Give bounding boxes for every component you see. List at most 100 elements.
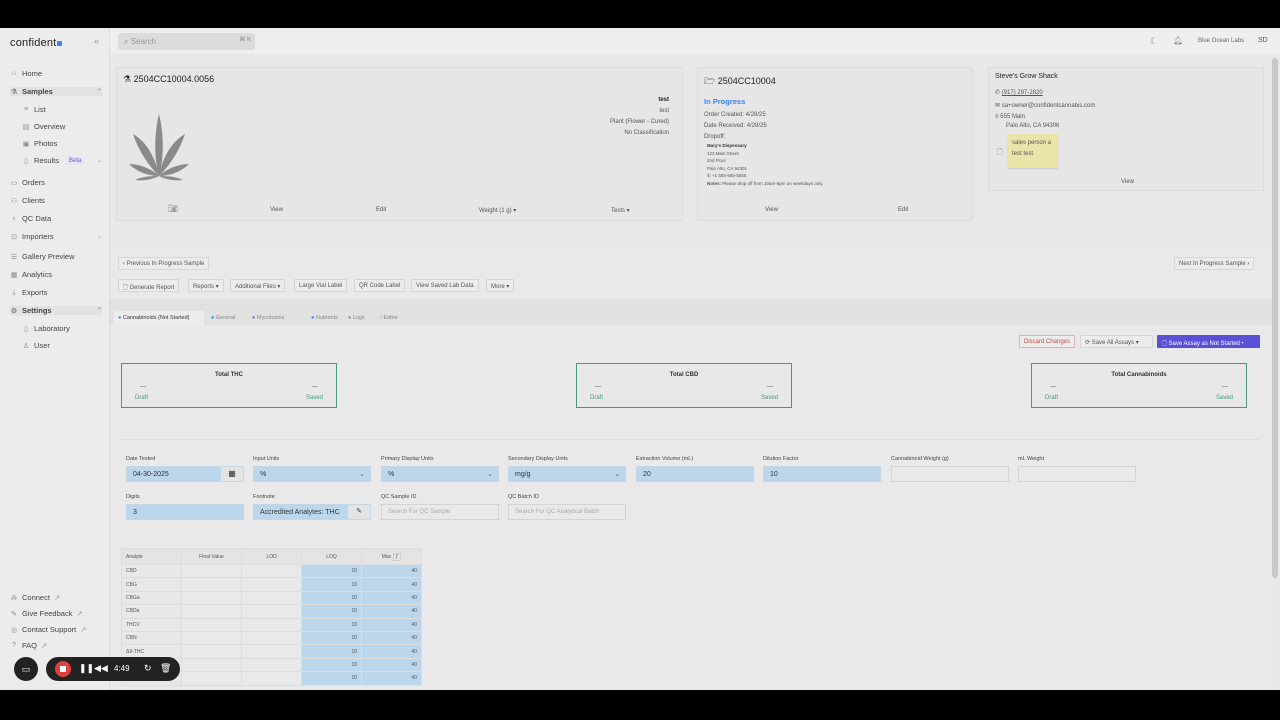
pencil-icon[interactable]: ✎ <box>348 505 370 519</box>
sidebar-item-exports[interactable]: ⤓ Exports <box>10 288 102 297</box>
input-units-input[interactable]: % ⌄ <box>253 466 371 482</box>
cell-final-value[interactable] <box>181 604 242 619</box>
restart-icon[interactable]: ↻ <box>144 663 152 674</box>
client-view-link[interactable]: View <box>1121 179 1134 185</box>
cell-max[interactable]: 40 <box>361 577 422 592</box>
cell-loq[interactable]: 10 <box>301 644 362 659</box>
sidebar-footer-3[interactable]: ? FAQ ↗ <box>10 641 102 650</box>
sidebar-item-laboratory[interactable]: ▯ Laboratory <box>22 324 102 333</box>
cell-max[interactable]: 40 <box>361 644 422 659</box>
sticky-note[interactable]: sales person a test test <box>1007 134 1058 168</box>
sidebar-item-settings[interactable]: ⚙ Settings ⌃ <box>10 306 102 315</box>
cell-final-value[interactable] <box>181 657 242 673</box>
cell-final-value[interactable] <box>181 671 242 686</box>
save-all-assays-button[interactable]: ⟳ Save All Assays ▾ <box>1080 335 1153 348</box>
cell-max[interactable]: 40 <box>361 630 422 646</box>
save-assay-button[interactable]: 🗋︎ Save Assay as Not Started ▾ <box>1157 335 1260 348</box>
tab-1[interactable]: ● General <box>211 315 235 321</box>
cell-lod[interactable] <box>241 590 302 606</box>
sidebar-item-overview[interactable]: ▤ Overview <box>22 122 102 131</box>
cell-lod[interactable] <box>241 563 302 579</box>
sidebar-item-analytics[interactable]: ▦ Analytics <box>10 270 102 279</box>
qc-sample-input[interactable]: Search For QC Sample <box>381 504 499 520</box>
camera-toggle-icon[interactable]: ▭ <box>14 657 38 681</box>
date-tested-input[interactable]: 04-30-2025 ▦ <box>126 466 244 482</box>
tab-0[interactable]: ● Cannabinoids (Not Started) <box>118 315 190 321</box>
toolbar-button-3[interactable]: Large Vial Label <box>294 279 348 292</box>
weight-dropdown[interactable]: Weight (1 g) ▾ <box>479 207 516 214</box>
pause-icon[interactable]: ❚❚ <box>79 663 94 674</box>
cell-lod[interactable] <box>241 657 302 673</box>
footnote-input[interactable]: Accredited Analytes: THC ✎ <box>253 504 371 520</box>
order-view-link[interactable]: View <box>765 207 778 213</box>
user-avatar[interactable]: SD <box>1258 37 1268 44</box>
cannabinoid-weight-input[interactable] <box>891 466 1009 482</box>
cell-final-value[interactable] <box>181 630 242 646</box>
cell-loq[interactable]: 10 <box>301 590 362 606</box>
cell-lod[interactable] <box>241 671 302 686</box>
client-email[interactable]: ✉ sa+owner@confidentcannabis.com <box>995 100 1095 113</box>
rewind-icon[interactable]: ◀◀ <box>94 663 108 674</box>
org-name[interactable]: Blue Ocean Labs <box>1198 38 1244 44</box>
ml-weight-input[interactable] <box>1018 466 1136 482</box>
cell-final-value[interactable] <box>181 590 242 606</box>
cell-lod[interactable] <box>241 604 302 619</box>
sidebar-footer-1[interactable]: ✎ Give Feedback ↗ <box>10 609 102 618</box>
tab-2[interactable]: ● Mycotoxins <box>252 315 284 321</box>
cell-max[interactable]: 40 <box>361 657 422 673</box>
cell-final-value[interactable] <box>181 577 242 592</box>
cell-max[interactable]: 40 <box>361 590 422 606</box>
trash-icon[interactable]: 🗑︎ <box>160 663 171 674</box>
cell-max[interactable]: 40 <box>361 617 422 632</box>
cell-final-value[interactable] <box>181 644 242 659</box>
digits-input[interactable]: 3 <box>126 504 244 520</box>
primary-units-input[interactable]: % ⌄ <box>381 466 499 482</box>
cell-final-value[interactable] <box>181 563 242 579</box>
dilution-factor-input[interactable]: 10 <box>763 466 881 482</box>
next-sample-button[interactable]: Next In Progress Sample › <box>1174 257 1255 270</box>
camera-icon[interactable]: 📷︎ <box>168 204 178 213</box>
cell-lod[interactable] <box>241 630 302 646</box>
cell-loq[interactable]: 10 <box>301 563 362 579</box>
sidebar-footer-2[interactable]: ◎ Contact Support ↗ <box>10 625 102 634</box>
cell-loq[interactable]: 10 <box>301 630 362 646</box>
sidebar-item-user[interactable]: ♙ User <box>22 341 102 350</box>
cell-max[interactable]: 40 <box>361 563 422 579</box>
cell-lod[interactable] <box>241 577 302 592</box>
logo[interactable]: confident <box>10 37 63 49</box>
cell-max[interactable]: 40 <box>361 671 422 686</box>
tests-dropdown[interactable]: Tests ▾ <box>611 207 630 214</box>
cell-max[interactable]: 40 <box>361 604 422 619</box>
sample-view-link[interactable]: View <box>270 207 283 213</box>
sample-edit-link[interactable]: Edit <box>376 207 386 213</box>
sidebar-item-home[interactable]: ⌂ Home <box>10 69 102 78</box>
calendar-icon[interactable]: ▦ <box>221 467 243 481</box>
bell-icon[interactable]: 🔔︎ <box>1173 36 1183 45</box>
qc-batch-input[interactable]: Search For QC Analytical Batch <box>508 504 626 520</box>
cell-loq[interactable]: 10 <box>301 604 362 619</box>
sidebar-item-photos[interactable]: ▣ Photos <box>22 139 102 148</box>
sidebar-item-samples[interactable]: ⚗ Samples ⌃ <box>10 87 102 96</box>
toolbar-button-4[interactable]: QR Code Label <box>354 279 406 292</box>
order-edit-link[interactable]: Edit <box>898 207 908 213</box>
collapse-sidebar-icon[interactable]: « <box>94 36 99 46</box>
sidebar-item-importers[interactable]: ⊡ Importers ⌄ <box>10 232 102 241</box>
sidebar-item-gallery-preview[interactable]: ☰ Gallery Preview <box>10 252 102 261</box>
cell-loq[interactable]: 10 <box>301 657 362 673</box>
toolbar-button-1[interactable]: Reports ▾ <box>188 279 224 292</box>
cell-loq[interactable]: 10 <box>301 577 362 592</box>
secondary-units-input[interactable]: mg/g ⌄ <box>508 466 626 482</box>
extraction-volume-input[interactable]: 20 <box>636 466 754 482</box>
sidebar-item-results[interactable]: ▯ Results Beta ⌄ <box>22 156 102 165</box>
search-input[interactable]: ⌕ Search ⌘ K <box>118 33 255 50</box>
tab-4[interactable]: ● Logs <box>348 315 365 321</box>
stop-recording-button[interactable] <box>55 661 71 677</box>
scrollbar[interactable] <box>1272 58 1278 578</box>
sidebar-item-orders[interactable]: ▭ Orders <box>10 178 102 187</box>
sidebar-item-list[interactable]: ≡ List <box>22 105 102 114</box>
cell-final-value[interactable] <box>181 617 242 632</box>
sidebar-footer-0[interactable]: ⁂ Connect ↗ <box>10 593 102 602</box>
cell-lod[interactable] <box>241 617 302 632</box>
dark-mode-icon[interactable]: ☾ <box>1150 36 1158 47</box>
tab-5[interactable]: ⁄ Editor <box>381 315 398 321</box>
